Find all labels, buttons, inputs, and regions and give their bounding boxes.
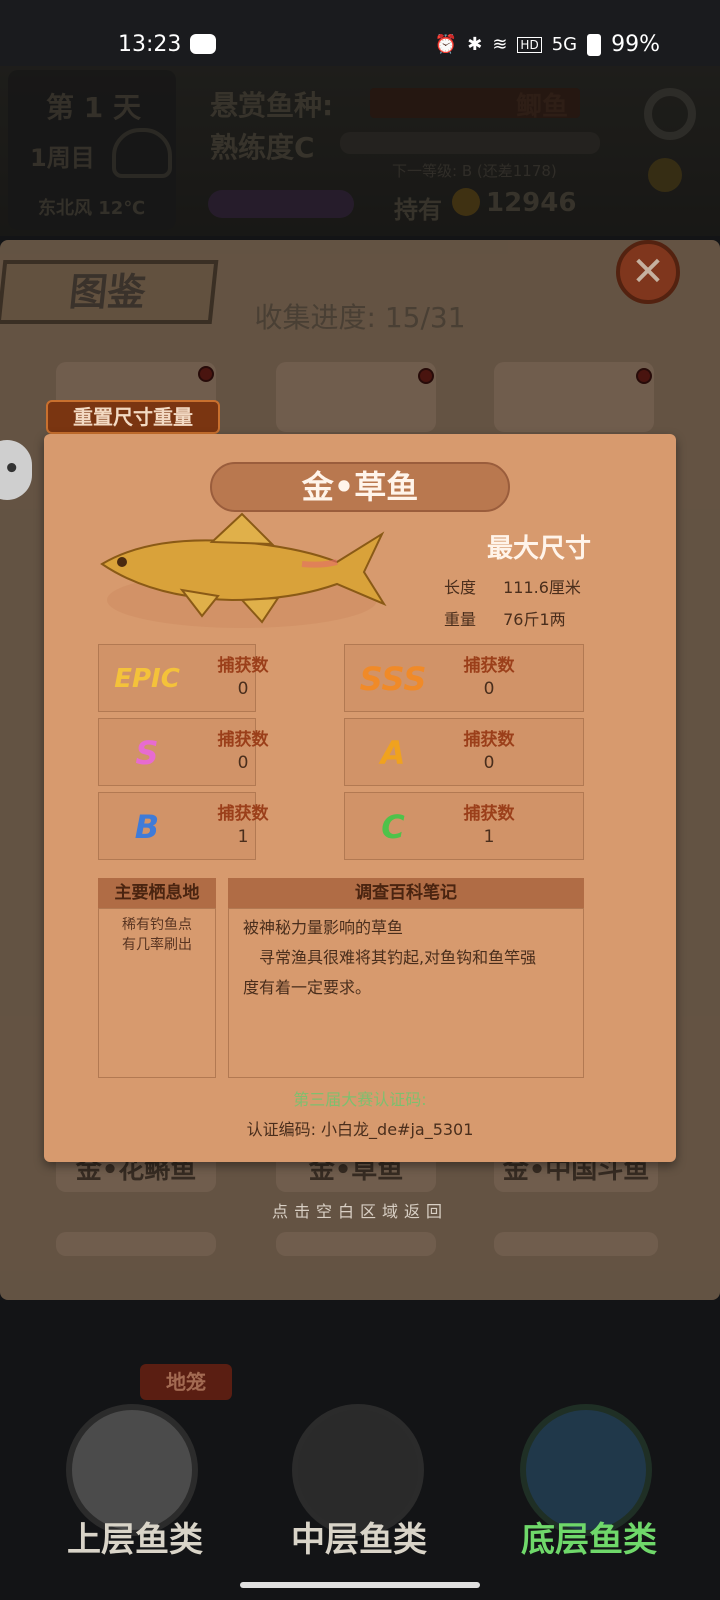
certification-title: 第三届大赛认证码:: [293, 1090, 427, 1109]
home-indicator[interactable]: [240, 1582, 480, 1588]
collection-card[interactable]: [494, 362, 654, 432]
capture-label: 捕获数: [217, 656, 269, 676]
new-indicator-dot: [198, 366, 214, 382]
grade-cell-a: A 捕获数 0: [344, 718, 584, 786]
max-size-title: 最大尺寸: [486, 534, 591, 564]
epic-badge-icon: EPIC: [114, 664, 180, 694]
notes-line: 度有着一定要求。: [243, 978, 372, 997]
grade-cell-sss: SSS 捕获数 0: [344, 644, 584, 712]
habitat-text: 稀有钓鱼点 有几率刷出: [122, 917, 192, 953]
a-badge-icon: A: [380, 734, 406, 772]
status-time: 13:23: [118, 32, 182, 57]
status-bar: 13:23 ⏰ ✱ ≋ HD 5G 99%: [0, 0, 720, 66]
battery-text: 99%: [611, 32, 660, 57]
collection-card[interactable]: [276, 362, 436, 432]
c-badge-icon: C: [381, 808, 405, 846]
capture-count: 0: [237, 753, 249, 773]
s-badge-icon: S: [135, 734, 159, 772]
grade-cell-c: C 捕获数 1: [344, 792, 584, 860]
capture-count: 0: [483, 753, 495, 773]
collection-card[interactable]: [494, 1232, 658, 1256]
collection-progress: 收集进度: 15/31: [254, 301, 466, 334]
upper-layer-tab[interactable]: 上层鱼类: [40, 1512, 230, 1561]
grade-cell-s: S 捕获数 0: [98, 718, 269, 786]
certification-code: 认证编码: 小白龙_de#ja_5301: [246, 1120, 474, 1139]
close-button[interactable]: ✕: [616, 240, 680, 304]
capture-count: 0: [237, 679, 249, 699]
battery-icon: [587, 33, 602, 56]
fish-illustration: [92, 504, 392, 644]
reset-size-weight-button[interactable]: 重置尺寸重量: [46, 400, 220, 434]
collection-card[interactable]: [276, 1232, 436, 1256]
alarm-icon: ⏰: [434, 34, 458, 55]
fish-detail-card: 金•草鱼 最大尺寸 长度 111.6厘米 重量 76斤1两 EPIC 捕获数 0…: [44, 434, 676, 1162]
collection-card[interactable]: [56, 1232, 216, 1256]
grade-cell-b: B 捕获数 1: [98, 792, 269, 860]
b-badge-icon: B: [134, 808, 160, 846]
length-value: 111.6厘米: [503, 578, 581, 597]
status-icons: ⏰ ✱ ≋ HD 5G 99%: [435, 32, 660, 57]
notes-line: 被神秘力量影响的草鱼: [243, 918, 404, 937]
sss-badge-icon: SSS: [359, 660, 427, 698]
middle-layer-tab[interactable]: 中层鱼类: [264, 1512, 454, 1561]
notes-line: 寻常渔具很难将其钓起,对鱼钩和鱼竿强: [259, 948, 537, 967]
capture-label: 捕获数: [217, 730, 269, 750]
new-indicator-dot: [636, 368, 652, 384]
weight-value: 76斤1两: [503, 610, 566, 629]
bluetooth-icon: ✱: [467, 34, 483, 55]
habitat-title: 主要栖息地: [98, 878, 216, 908]
weight-row: 重量 76斤1两: [444, 606, 644, 630]
notes-title: 调查百科笔记: [228, 878, 584, 908]
length-label: 长度: [444, 578, 477, 597]
capture-label: 捕获数: [217, 804, 269, 824]
grade-cell-epic: EPIC 捕获数 0: [98, 644, 269, 712]
capture-label: 捕获数: [463, 804, 515, 824]
app-notification-icon: [190, 34, 216, 54]
cage-button[interactable]: 地笼: [140, 1364, 232, 1400]
new-indicator-dot: [418, 368, 434, 384]
notes-box: 被神秘力量影响的草鱼 寻常渔具很难将其钓起,对鱼钩和鱼竿强 度有着一定要求。: [228, 908, 584, 1078]
length-row: 长度 111.6厘米: [444, 574, 644, 598]
capture-count: 1: [237, 827, 249, 847]
capture-count: 1: [483, 827, 495, 847]
capture-label: 捕获数: [463, 730, 515, 750]
capture-count: 0: [483, 679, 495, 699]
habitat-box: 稀有钓鱼点 有几率刷出: [98, 908, 216, 1078]
weight-label: 重量: [444, 610, 477, 629]
bottom-layer-tab[interactable]: 底层鱼类: [494, 1512, 684, 1561]
tap-to-return-hint: 点击空白区域返回: [271, 1202, 448, 1221]
grass-carp-fish-icon: [100, 512, 387, 628]
wifi-icon: ≋: [492, 34, 508, 55]
network-icon: 5G: [551, 34, 578, 55]
capture-label: 捕获数: [463, 656, 515, 676]
hd-icon: HD: [517, 36, 542, 53]
